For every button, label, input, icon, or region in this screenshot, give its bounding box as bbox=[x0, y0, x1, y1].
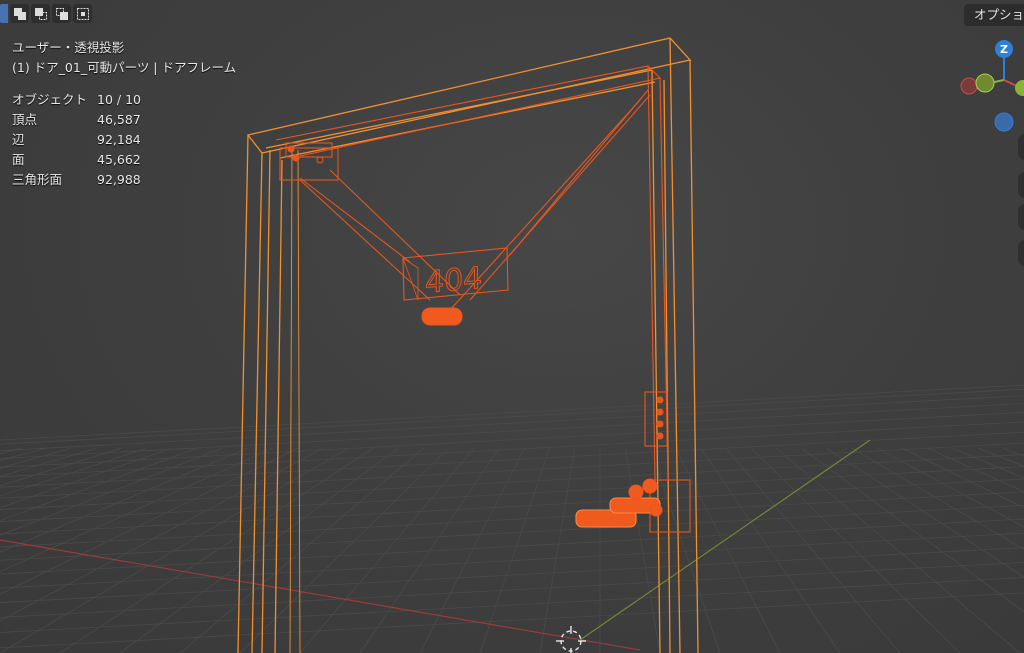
perspective-toggle-button[interactable] bbox=[1018, 240, 1024, 266]
grid-line bbox=[0, 388, 1024, 445]
grid-line bbox=[0, 447, 97, 477]
grid-line bbox=[479, 448, 550, 653]
grid-line bbox=[0, 561, 1024, 618]
stats-value: 92,988 bbox=[97, 172, 141, 187]
grid-line bbox=[539, 448, 576, 653]
select-intersect-icon[interactable] bbox=[73, 4, 92, 23]
door-frame[interactable] bbox=[237, 37, 699, 653]
grid-line bbox=[0, 421, 1024, 478]
grid-line bbox=[0, 395, 1024, 452]
stats-row: 頂点 46,587 bbox=[12, 110, 236, 130]
stats-row: 三角形面 92,988 bbox=[12, 170, 236, 190]
grid-line bbox=[119, 447, 399, 653]
view-title: ユーザー・透視投影 bbox=[12, 40, 125, 55]
pan-button[interactable] bbox=[1018, 172, 1024, 198]
active-object-name: (1) ドア_01_可動パーツ | ドアフレーム bbox=[12, 60, 237, 75]
grid-line bbox=[700, 448, 841, 653]
grid-line bbox=[851, 447, 1024, 550]
grid-line bbox=[0, 454, 1024, 510]
stats-label: オブジェクト bbox=[12, 92, 88, 107]
y-axis-line bbox=[579, 439, 871, 641]
sign-lamp bbox=[421, 307, 463, 326]
gizmo-y[interactable] bbox=[1015, 80, 1024, 96]
camera-view-button[interactable] bbox=[1018, 204, 1024, 230]
stats-row: 面 45,662 bbox=[12, 150, 236, 170]
grid-line bbox=[927, 447, 1024, 493]
toolbar-handle[interactable] bbox=[0, 4, 8, 23]
grid-line bbox=[0, 442, 1024, 499]
3d-viewport[interactable]: 404 ユーザー・透視投影 (1) ドア_01_可動パーツ | ドアフレーム オ… bbox=[0, 0, 1024, 653]
grid-line bbox=[977, 447, 1024, 467]
grid-line bbox=[0, 532, 1024, 589]
grid-line bbox=[239, 447, 450, 653]
grid-line bbox=[0, 447, 248, 553]
gizmo-z-label: Z bbox=[1000, 43, 1008, 56]
stats-value: 92,184 bbox=[97, 132, 141, 147]
gizmo-neg-x[interactable] bbox=[960, 77, 978, 95]
grid-line bbox=[0, 447, 273, 572]
stats-label: 頂点 bbox=[12, 112, 38, 127]
stats-label: 辺 bbox=[12, 132, 25, 147]
floor-grid bbox=[0, 384, 1024, 653]
navigation-gizmo[interactable]: Z bbox=[955, 30, 1024, 140]
grid-line bbox=[826, 447, 1024, 578]
viewport-info-overlay: ユーザー・透視投影 (1) ドア_01_可動パーツ | ドアフレーム オブジェク… bbox=[12, 38, 236, 190]
grid-line bbox=[0, 547, 1024, 603]
grid-line bbox=[801, 447, 1024, 613]
zoom-button[interactable] bbox=[1018, 134, 1024, 160]
grid-line bbox=[0, 447, 197, 522]
select-box-icon[interactable] bbox=[10, 4, 29, 23]
sign-text: 404 bbox=[425, 261, 482, 301]
stats-row: 辺 92,184 bbox=[12, 130, 236, 150]
stats-label: 三角形面 bbox=[12, 172, 63, 187]
stats-label: 面 bbox=[12, 152, 25, 167]
grid-line bbox=[750, 447, 961, 653]
select-extend-icon[interactable] bbox=[31, 4, 50, 23]
grid-line bbox=[0, 431, 1024, 488]
stats-row: オブジェクト 10 / 10 bbox=[12, 90, 236, 110]
grid-line bbox=[877, 447, 1024, 528]
grid-line bbox=[0, 577, 1024, 633]
stats-value: 46,587 bbox=[97, 112, 141, 127]
grid-line bbox=[0, 403, 1024, 459]
gizmo-neg-z[interactable] bbox=[994, 112, 1014, 132]
gizmo-neg-y[interactable] bbox=[975, 73, 995, 93]
closer-bracket bbox=[279, 147, 339, 181]
options-button[interactable]: オプショ bbox=[964, 4, 1024, 26]
stats-value: 10 / 10 bbox=[97, 92, 141, 107]
grid-line bbox=[0, 384, 1024, 441]
select-mode-toolbar bbox=[0, 4, 92, 24]
select-subtract-icon[interactable] bbox=[52, 4, 71, 23]
grid-line bbox=[0, 592, 1024, 649]
stats-value: 45,662 bbox=[97, 152, 141, 167]
